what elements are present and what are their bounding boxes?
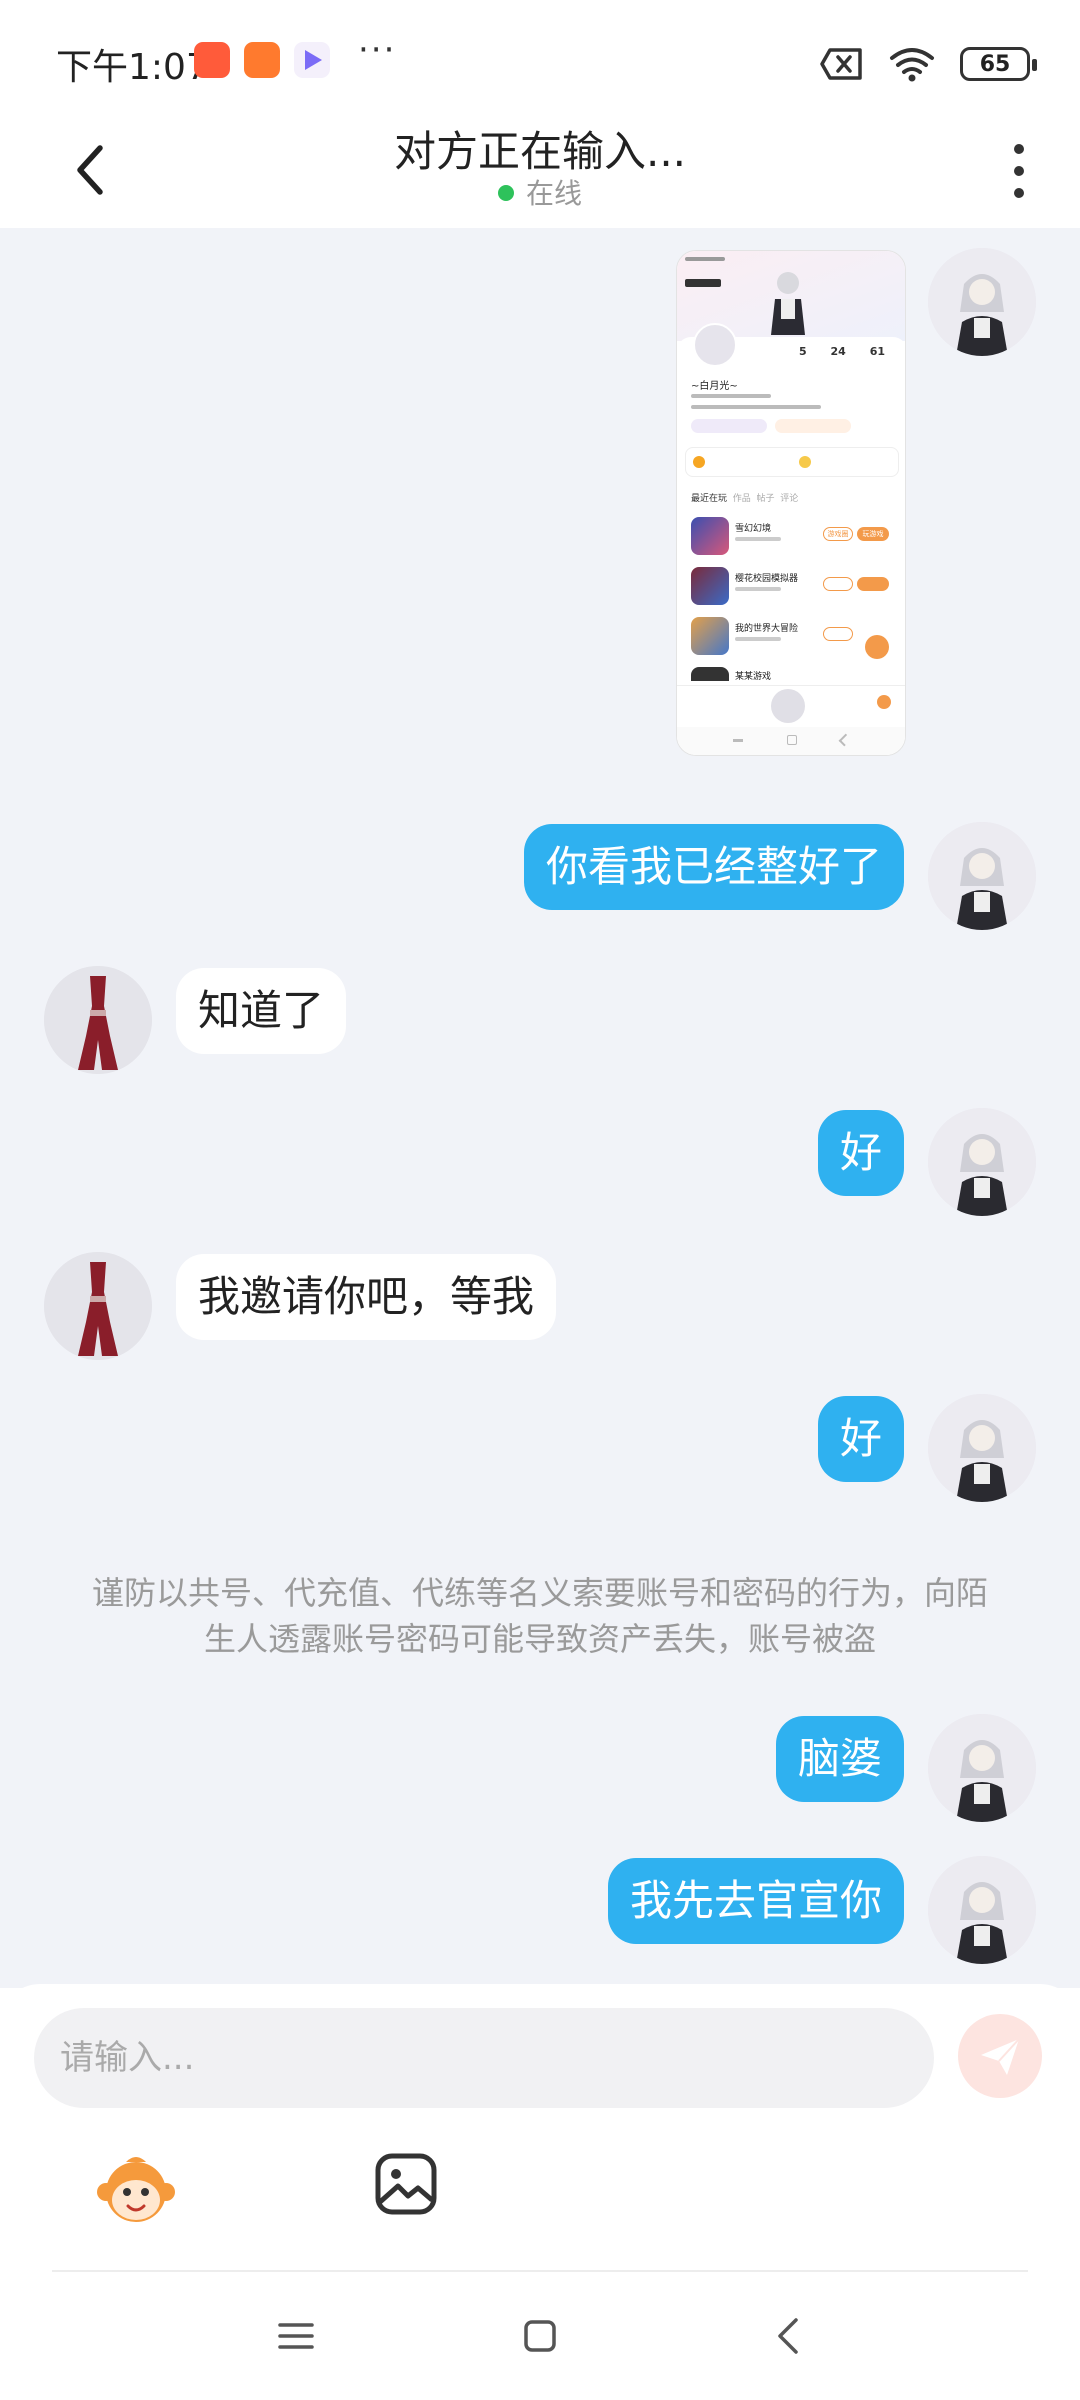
chat-message-list[interactable]: 5 24 61 ~白月光~ 最近在玩 作品 帖子 评论 雪幻幻境 游戏圈 玩游戏 樱…	[0, 228, 1080, 1988]
my-avatar[interactable]	[928, 1394, 1036, 1502]
chat-header: 对方正在输入... 在线	[0, 110, 1080, 228]
message-bubble[interactable]: 知道了	[176, 968, 347, 1054]
preview-game-title: 我的世界大冒险	[735, 624, 799, 634]
preview-btn: 玩游戏	[857, 527, 889, 541]
paper-plane-icon	[981, 2038, 1020, 2075]
menu-icon	[278, 2323, 314, 2349]
more-notifications-icon: ···	[358, 30, 397, 70]
emoji-sticker-button[interactable]	[96, 2152, 176, 2228]
preview-tab: 评论	[780, 494, 799, 504]
chat-title: 对方正在输入...	[393, 127, 687, 176]
composer-panel: 请输入...	[0, 1984, 1080, 2400]
stat-value: 24	[830, 345, 846, 358]
message-bubble[interactable]: 好	[817, 1396, 904, 1482]
nav-menu-button[interactable]	[266, 2306, 326, 2366]
taobao-app-icon	[194, 42, 230, 78]
preview-tab: 帖子	[756, 494, 775, 504]
message-bubble[interactable]: 我邀请你吧，等我	[176, 1254, 557, 1340]
preview-game-title: 某某游戏	[735, 672, 772, 682]
security-notice: 谨防以共号、代充值、代练等名义索要账号和密码的行为，向陌生人透露账号密码可能导致…	[91, 1574, 988, 1658]
home-square-icon	[524, 2320, 556, 2352]
no-sim-icon	[820, 48, 862, 80]
nav-home-button[interactable]	[510, 2306, 570, 2366]
preview-tab: 最近在玩	[691, 494, 728, 504]
send-button[interactable]	[958, 2014, 1042, 2098]
message-bubble[interactable]: 脑婆	[775, 1716, 904, 1802]
contact-avatar[interactable]	[44, 966, 152, 1074]
online-status: 在线	[0, 172, 1080, 212]
preview-game-title: 樱花校园模拟器	[735, 574, 799, 584]
message-bubble[interactable]: 你看我已经整好了	[523, 824, 904, 910]
more-options-button[interactable]	[1004, 136, 1034, 206]
preview-tab: 作品	[732, 494, 751, 504]
message-input[interactable]: 请输入...	[34, 2008, 934, 2108]
preview-btn: 游戏圈	[823, 527, 853, 541]
my-avatar[interactable]	[928, 248, 1036, 356]
my-avatar[interactable]	[928, 1714, 1036, 1822]
shopping-app-icon	[244, 42, 280, 78]
preview-username: ~白月光~	[691, 381, 738, 392]
status-time: 下午1:07	[56, 47, 209, 88]
monkey-face-icon	[97, 2157, 175, 2222]
stat-value: 5	[798, 345, 807, 358]
image-icon	[375, 2153, 437, 2215]
message-bubble[interactable]: 我先去官宣你	[607, 1858, 904, 1944]
online-dot-icon	[497, 185, 514, 201]
message-bubble[interactable]: 好	[817, 1110, 904, 1196]
divider	[52, 2270, 1028, 2272]
play-app-icon	[294, 42, 330, 78]
shared-screenshot-image[interactable]: 5 24 61 ~白月光~ 最近在玩 作品 帖子 评论 雪幻幻境 游戏圈 玩游戏 樱…	[676, 250, 906, 756]
my-avatar[interactable]	[928, 822, 1036, 930]
status-bar: 下午1:07 ··· 65	[0, 0, 1080, 110]
system-nav-bar	[0, 2274, 1080, 2400]
stat-value: 61	[869, 345, 886, 358]
contact-avatar[interactable]	[44, 1252, 152, 1360]
wifi-icon	[890, 48, 934, 82]
nav-back-button[interactable]	[758, 2306, 818, 2366]
my-avatar[interactable]	[928, 1108, 1036, 1216]
image-picker-button[interactable]	[374, 2152, 438, 2216]
chevron-left-icon	[778, 2318, 798, 2354]
my-avatar[interactable]	[928, 1856, 1036, 1964]
preview-game-title: 雪幻幻境	[735, 524, 772, 534]
battery-indicator: 65	[960, 47, 1037, 81]
online-status-label: 在线	[525, 177, 582, 210]
